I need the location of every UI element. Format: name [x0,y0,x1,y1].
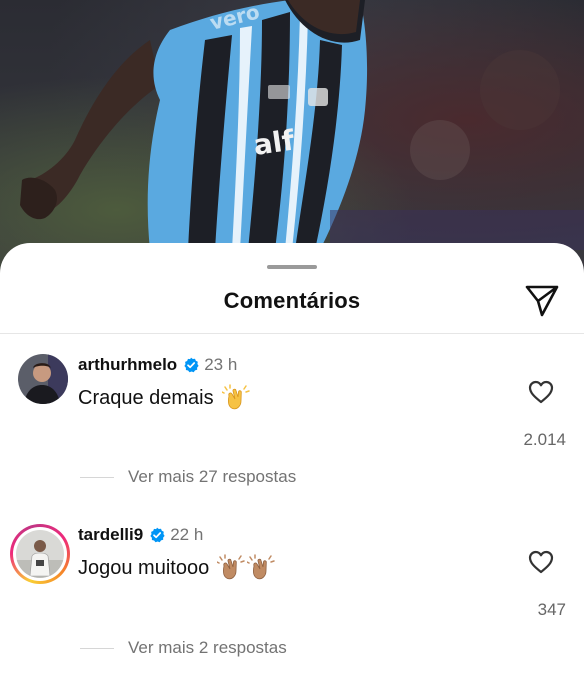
clapping-hands-icon [221,384,252,412]
username[interactable]: tardelli9 [78,525,143,545]
username[interactable]: arthurhmelo [78,355,177,375]
comment-text-row: Craque demais [78,384,252,412]
replies-divider-line [80,476,114,478]
replies-divider-line [80,647,114,649]
like-heart-icon[interactable] [528,380,554,404]
comment-text-row: Jogou muitooo [78,554,277,582]
sheet-title: Comentários [223,288,361,313]
like-count: 2.014 [523,430,566,449]
like-count: 347 [537,600,566,619]
verified-badge-icon [150,527,165,543]
sheet-grabber-handle[interactable] [267,265,317,269]
verified-badge-icon [184,357,199,373]
comment-item: arthurhmelo 23 h Craque demais 2.014 [0,354,584,464]
view-more-replies-button[interactable]: Ver mais 27 respostas [80,465,296,489]
avatar-story-ring[interactable] [10,524,70,584]
screen: vero alf Comentários arthurhmelo 23 h Cr… [0,0,584,675]
comment-header: tardelli9 22 h [78,524,203,546]
comment-time: 23 h [204,355,238,374]
view-more-replies-button[interactable]: Ver mais 2 respostas [80,636,287,660]
comments-sheet: Comentários arthurhmelo 23 h Craque dema… [0,243,584,675]
sheet-divider [0,333,584,334]
view-more-replies-label: Ver mais 2 respostas [128,638,287,657]
comment-text: Jogou muitooo [78,556,210,579]
view-more-replies-label: Ver mais 27 respostas [128,467,297,486]
comment-item: tardelli9 22 h Jogou muitooo 347 [0,524,584,634]
svg-text:alf: alf [251,123,297,161]
avatar [16,530,64,578]
avatar-photo [16,530,64,578]
paper-plane-icon[interactable] [524,283,560,319]
avatar-photo [18,354,68,404]
comment-text: Craque demais [78,386,214,409]
comment-time: 22 h [170,525,204,544]
like-heart-icon[interactable] [528,550,554,574]
clapping-hands-icon [217,554,277,582]
comment-header: arthurhmelo 23 h [78,354,237,376]
avatar[interactable] [18,354,68,404]
